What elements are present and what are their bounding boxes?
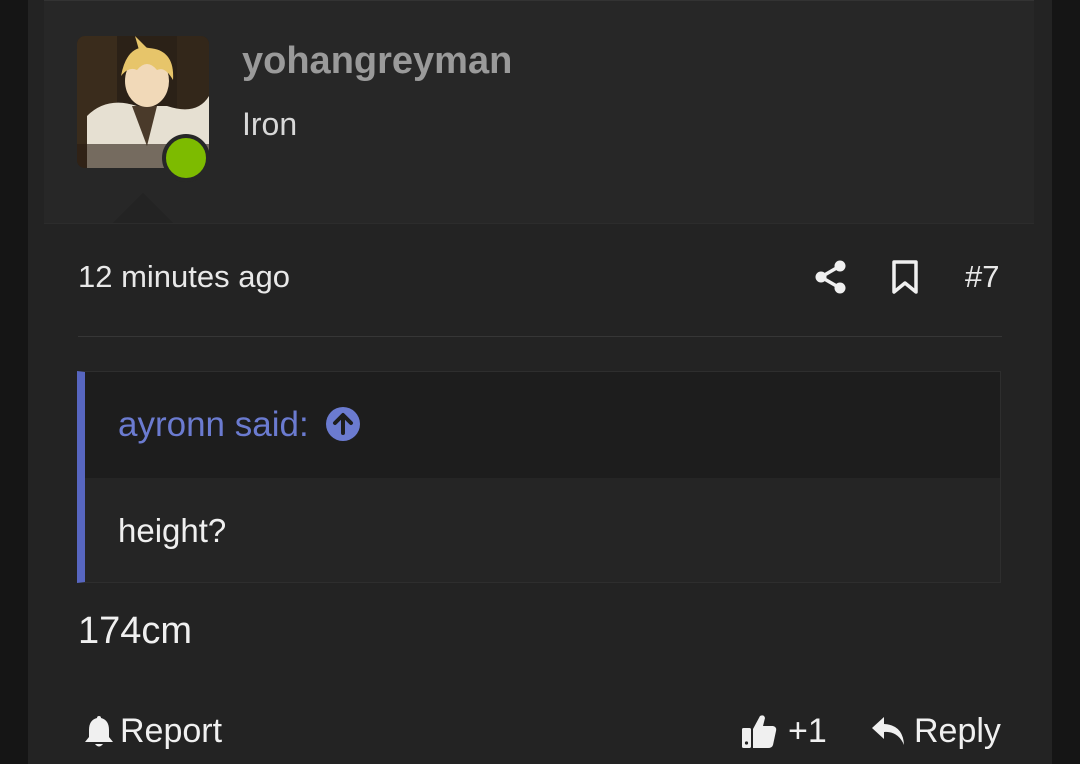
reply-button[interactable]: Reply [870,708,1001,754]
report-button[interactable]: Report [84,708,222,754]
thumbs-up-icon [742,715,777,748]
user-title: Iron [242,106,298,142]
post-timestamp[interactable]: 12 minutes ago [78,259,290,295]
bell-icon [85,716,113,747]
quote-block: ayronn said: height? [77,371,1001,583]
bookmark-button[interactable] [891,260,919,299]
quote-body: height? [85,478,1000,582]
divider [78,336,1002,337]
quote-header: ayronn said: [85,372,1000,478]
arrow-up-circle-icon [326,407,360,441]
post-number-link[interactable]: #7 [965,259,999,295]
quote-text: height? [118,512,227,549]
like-count: +1 [788,711,827,750]
bookmark-icon [892,260,918,294]
report-label: Report [120,711,223,750]
quote-author-link[interactable]: ayronn said: [118,405,309,445]
share-button[interactable] [814,260,848,299]
header-notch [113,193,173,223]
post-message: 174cm [78,610,193,652]
username[interactable]: yohangreyman [242,40,512,83]
share-icon [815,260,846,294]
quote-jump-button[interactable] [325,406,361,442]
reply-arrow-icon [872,717,904,745]
online-status-indicator [162,134,210,182]
reply-label: Reply [914,711,1001,750]
like-button[interactable]: +1 [740,708,827,754]
